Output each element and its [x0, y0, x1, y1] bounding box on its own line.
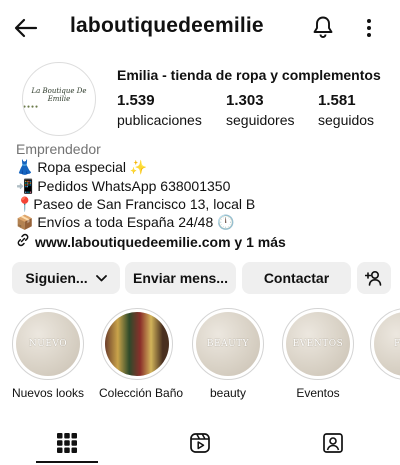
highlight-eventos[interactable]: EVENTOS Eventos — [280, 308, 356, 400]
bio-link-text: www.laboutiquedeemilie.com y 1 más — [35, 233, 286, 250]
tab-grid[interactable] — [0, 420, 133, 465]
highlight-label: Nuevos looks — [11, 386, 85, 400]
chevron-down-icon — [95, 274, 107, 282]
contact-button[interactable]: Contactar — [242, 262, 351, 294]
stat-followers[interactable]: 1.303 seguidores — [226, 92, 295, 128]
bio-website-link[interactable]: www.laboutiquedeemilie.com y 1 más — [16, 233, 286, 250]
notification-bell-icon[interactable] — [310, 13, 336, 41]
profile-username: laboutiquedeemilie — [70, 14, 264, 37]
active-tab-indicator — [36, 461, 98, 463]
stat-following-label: seguidos — [318, 112, 375, 128]
more-options-icon[interactable] — [358, 14, 380, 42]
stat-posts-label: publicaciones — [117, 112, 202, 128]
following-button-label: Siguien... — [25, 270, 88, 286]
highlight-nuevos-looks[interactable]: NUEVO Nuevos looks — [10, 308, 86, 400]
highlight-cover: NUEVO — [12, 308, 84, 380]
stat-posts-value: 1.539 — [117, 92, 155, 109]
tab-reels[interactable] — [133, 420, 266, 465]
contact-button-label: Contactar — [263, 270, 330, 286]
highlight-cover: BEAUTY — [192, 308, 264, 380]
following-button[interactable]: Siguien... — [12, 262, 120, 294]
profile-full-name: Emilia - tienda de ropa y complementos — [117, 67, 381, 83]
story-highlights: NUEVO Nuevos looks Colección Baño BEAUTY… — [0, 308, 400, 408]
highlight-cover-text: NUEVO — [28, 339, 68, 349]
stat-posts[interactable]: 1.539 publicaciones — [117, 92, 202, 128]
bio-line: 📍Paseo de San Francisco 13, local B — [16, 196, 256, 212]
stat-followers-value: 1.303 — [226, 92, 264, 109]
highlight-cover: EVENTOS — [282, 308, 354, 380]
highlight-label: beauty — [209, 386, 247, 400]
avatar-logo-text: La Boutique De Emilie — [31, 87, 87, 103]
profile-category: Emprendedor — [16, 141, 101, 157]
stat-following[interactable]: 1.581 seguidos — [318, 92, 374, 128]
add-user-button[interactable] — [357, 262, 391, 294]
profile-actions: Siguien... Enviar mens... Contactar — [12, 262, 392, 294]
back-arrow-icon[interactable] — [12, 14, 40, 42]
highlight-label: Eventos — [296, 386, 340, 400]
highlight-label: Colección Baño — [99, 386, 184, 400]
link-icon — [16, 233, 30, 250]
grid-icon — [56, 432, 78, 454]
avatar-logo-dots: ●●●● — [23, 103, 40, 110]
highlight-coleccion-bano[interactable]: Colección Baño — [99, 308, 184, 400]
avatar[interactable]: La Boutique De Emilie ●●●● — [22, 62, 96, 136]
highlight-cover-text: EVENTOS — [292, 339, 344, 349]
bio-line: 📲 Pedidos WhatsApp 638001350 — [16, 178, 231, 194]
tagged-user-icon — [322, 432, 344, 454]
bio-line: 👗 Ropa especial ✨ — [16, 159, 148, 175]
bio-line: 📦 Envíos a toda España 24/48 🕛 — [16, 214, 235, 230]
highlight-cover: FI — [370, 308, 400, 380]
highlight-cover-text: BEAUTY — [206, 339, 250, 349]
tab-tagged[interactable] — [266, 420, 399, 465]
highlight-beauty[interactable]: BEAUTY beauty — [190, 308, 266, 400]
reels-icon — [189, 432, 211, 454]
send-message-button[interactable]: Enviar mens... — [125, 262, 236, 294]
profile-tabs — [0, 420, 400, 465]
highlight-cover — [101, 308, 173, 380]
top-bar: laboutiquedeemilie — [0, 0, 400, 56]
send-message-button-label: Enviar mens... — [133, 270, 228, 286]
stat-following-value: 1.581 — [318, 92, 356, 109]
add-user-icon — [365, 270, 383, 286]
highlight-partial[interactable]: FI — [370, 308, 400, 380]
stat-followers-label: seguidores — [226, 112, 295, 128]
highlight-cover-text: FI — [394, 339, 400, 349]
